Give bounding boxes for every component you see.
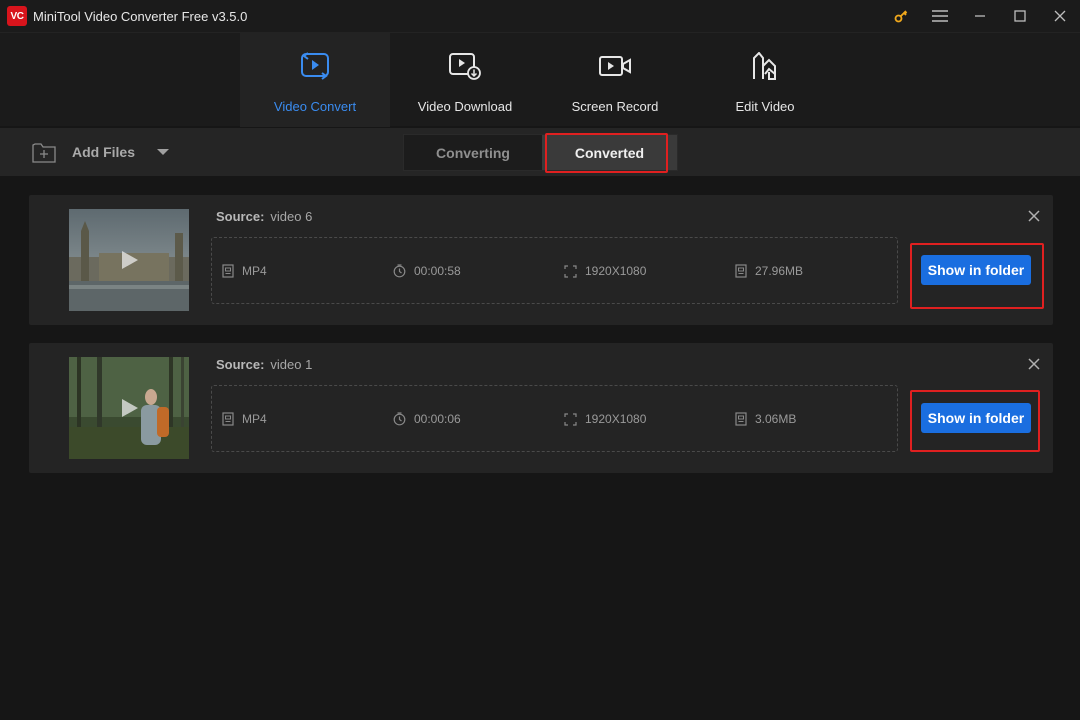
edit-video-icon — [751, 49, 779, 83]
status-segmented-control: Converting Converted — [403, 134, 678, 171]
window-controls — [882, 0, 1080, 32]
tab-video-convert[interactable]: Video Convert — [240, 33, 390, 127]
duration-info: 00:00:06 — [393, 412, 461, 426]
resolution-value: 1920X1080 — [585, 412, 647, 426]
tab-edit-video[interactable]: Edit Video — [690, 33, 840, 127]
format-value: MP4 — [242, 412, 267, 426]
resolution-info: 1920X1080 — [564, 264, 646, 278]
tab-video-download[interactable]: Video Download — [390, 33, 540, 127]
file-size-icon — [735, 412, 747, 426]
size-info: 3.06MB — [735, 412, 796, 426]
file-name: video 6 — [270, 209, 313, 224]
app-title: MiniTool Video Converter Free v3.5.0 — [33, 8, 248, 24]
clock-icon — [393, 264, 406, 278]
screen-record-icon — [599, 49, 631, 83]
app-logo: VC — [7, 6, 27, 26]
play-icon — [122, 251, 138, 269]
tab-converted[interactable]: Converted — [542, 135, 677, 170]
format-icon — [222, 264, 234, 278]
size-info: 27.96MB — [735, 264, 803, 278]
duration-info: 00:00:58 — [393, 264, 461, 278]
show-in-folder-button[interactable]: Show in folder — [921, 255, 1031, 285]
resolution-icon — [564, 264, 577, 278]
size-value: 27.96MB — [755, 264, 804, 278]
file-info-box: MP4 00:00:06 1920X1080 3.06MB — [211, 385, 898, 452]
resolution-icon — [564, 412, 577, 426]
format-value: MP4 — [242, 264, 267, 278]
show-in-folder-button[interactable]: Show in folder — [921, 403, 1031, 433]
maximize-icon[interactable] — [1000, 0, 1040, 32]
tab-converting[interactable]: Converting — [404, 135, 542, 170]
source-label: Source: — [216, 357, 265, 372]
file-name: video 1 — [270, 357, 313, 372]
add-file-icon — [32, 143, 56, 163]
remove-icon[interactable] — [1027, 209, 1041, 223]
tab-label: Edit Video — [735, 99, 795, 114]
file-info-box: MP4 00:00:58 1920X1080 27.96MB — [211, 237, 898, 304]
duration-value: 00:00:06 — [414, 412, 461, 426]
chevron-down-icon[interactable] — [157, 148, 170, 156]
main-nav: Video Convert Video Download Screen Reco… — [0, 32, 1080, 127]
file-size-icon — [735, 264, 747, 278]
converted-file-card: Source: video 1 MP4 00:00:06 1920X1080 3.… — [29, 343, 1053, 473]
size-value: 3.06MB — [755, 412, 797, 426]
tab-label: Screen Record — [571, 99, 659, 114]
close-icon[interactable] — [1040, 0, 1080, 32]
format-icon — [222, 412, 234, 426]
source-name: Source: video 6 — [216, 209, 312, 224]
remove-icon[interactable] — [1027, 357, 1041, 371]
resolution-info: 1920X1080 — [564, 412, 646, 426]
video-download-icon — [449, 49, 481, 83]
tab-label: Video Download — [417, 99, 513, 114]
duration-value: 00:00:58 — [414, 264, 461, 278]
add-files-label: Add Files — [72, 144, 136, 160]
resolution-value: 1920X1080 — [585, 264, 647, 278]
play-icon — [122, 399, 138, 417]
video-thumbnail[interactable] — [69, 209, 189, 311]
key-icon[interactable] — [882, 0, 920, 32]
video-thumbnail[interactable] — [69, 357, 189, 459]
add-files-button[interactable]: Add Files — [32, 140, 170, 164]
format-info: MP4 — [222, 412, 267, 426]
converted-file-card: Source: video 6 MP4 00:00:58 1920X1080 27… — [29, 195, 1053, 325]
video-convert-icon — [300, 49, 330, 83]
title-bar: VC MiniTool Video Converter Free v3.5.0 — [0, 0, 1080, 32]
source-name: Source: video 1 — [216, 357, 312, 372]
menu-icon[interactable] — [920, 0, 960, 32]
source-label: Source: — [216, 209, 265, 224]
minimize-icon[interactable] — [960, 0, 1000, 32]
clock-icon — [393, 412, 406, 426]
tab-screen-record[interactable]: Screen Record — [540, 33, 690, 127]
tab-label: Video Convert — [273, 99, 357, 114]
format-info: MP4 — [222, 264, 267, 278]
